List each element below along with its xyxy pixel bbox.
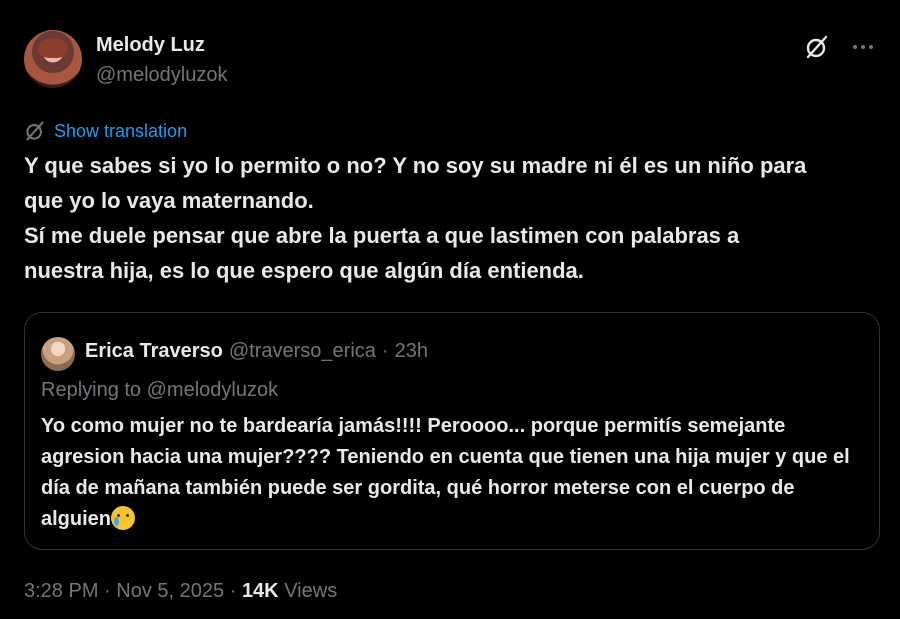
quote-age[interactable]: 23h xyxy=(395,340,428,362)
grok-icon xyxy=(26,121,44,141)
footer-separator: · xyxy=(104,580,111,602)
tweet-header: Melody Luz @melodyluzok xyxy=(24,28,876,92)
tweet-time[interactable]: 3:28 PM xyxy=(24,580,98,602)
author-handle[interactable]: @melodyluzok xyxy=(96,64,227,87)
quote-author-name[interactable]: Erica Traverso xyxy=(85,340,223,362)
tweet-footer: 3:28 PM · Nov 5, 2025 · 14K Views xyxy=(24,580,337,603)
quote-separator: · xyxy=(381,340,389,362)
quote-author-handle[interactable]: @traverso_erica xyxy=(229,340,376,362)
quote-replying-to: Replying to @melodyluzok xyxy=(41,379,279,401)
quote-text: Yo como mujer no te bardearía jamás!!!! … xyxy=(41,415,850,530)
quote-author-avatar[interactable] xyxy=(41,337,75,371)
views-label: Views xyxy=(284,580,338,602)
grok-icon[interactable] xyxy=(804,34,830,60)
quoted-tweet[interactable]: Erica Traverso @traverso_erica · 23h Replyi… xyxy=(24,312,880,550)
author-avatar[interactable] xyxy=(24,30,82,88)
tweet-text: Y que sabes si yo lo permito o no? Y no … xyxy=(24,153,807,283)
more-horizontal-icon[interactable] xyxy=(850,34,876,60)
author-name[interactable]: Melody Luz xyxy=(96,34,205,57)
tweet-date[interactable]: Nov 5, 2025 xyxy=(116,580,224,602)
quote-text-container: Yo como mujer no te bardearía jamás!!!! … xyxy=(41,411,867,535)
quote-header: Erica Traverso @traverso_erica · 23h xyxy=(85,340,428,363)
footer-separator: · xyxy=(229,580,237,602)
crying-face-emoji-icon xyxy=(111,506,136,530)
show-translation-link[interactable]: Show translation xyxy=(24,118,187,144)
show-translation-label[interactable]: Show translation xyxy=(54,121,187,142)
views-count: 14K xyxy=(241,580,279,602)
